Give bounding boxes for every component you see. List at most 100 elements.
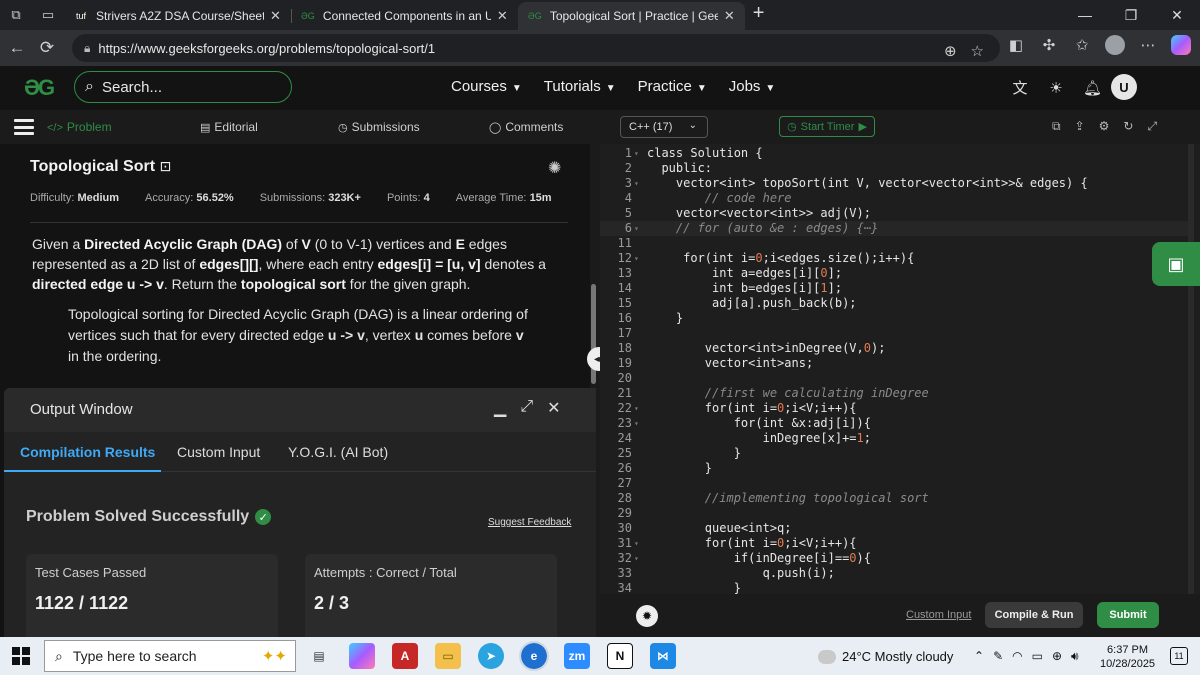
code-line[interactable]: 27	[600, 476, 1194, 491]
wifi-icon[interactable]: ◠	[1012, 649, 1022, 664]
custom-input-link[interactable]: Custom Input	[906, 609, 971, 621]
fold-chevron-icon[interactable]: ▾	[634, 221, 639, 236]
browser-tab-connected-components[interactable]: ƏG Connected Components in an Und ✕	[290, 2, 518, 30]
windows-start-icon[interactable]	[12, 647, 30, 665]
browser-tab-strivers[interactable]: tuf Strivers A2Z DSA Course/Sheet - ( ✕	[64, 2, 291, 30]
code-area[interactable]: 1 ▾ class Solution {2 public: 3 ▾ vector<int…	[600, 144, 1194, 594]
fold-chevron-icon[interactable]: ▾	[634, 551, 639, 566]
zoom-icon[interactable]: zm	[564, 643, 590, 669]
copilot-icon[interactable]	[1171, 35, 1191, 55]
code-line[interactable]: 20	[600, 371, 1194, 386]
report-bug-icon[interactable]: ✺	[548, 158, 561, 178]
code-line[interactable]: 11	[600, 236, 1194, 251]
tab-submissions[interactable]: ◷ Submissions	[338, 120, 420, 134]
split-screen-icon[interactable]: ◧	[1006, 36, 1026, 54]
pen-icon[interactable]: ✎	[993, 649, 1003, 664]
tab-comments[interactable]: ◯ Comments	[489, 120, 563, 134]
weather-widget[interactable]: 24°C Mostly cloudy	[818, 649, 953, 664]
close-icon[interactable]: ✕	[547, 398, 560, 418]
browser-tab-topological-sort[interactable]: ƏG Topological Sort | Practice | Geeks ✕	[517, 2, 745, 30]
tab-editorial[interactable]: ▤ Editorial	[200, 120, 258, 134]
language-select[interactable]: C++ (17) ⌄	[620, 116, 708, 138]
network-globe-icon[interactable]: ⊕	[1052, 649, 1062, 664]
code-line[interactable]: 14 int b=edges[i][1];	[600, 281, 1194, 296]
notification-center-icon[interactable]: 11	[1170, 647, 1188, 665]
user-avatar[interactable]: U	[1111, 74, 1137, 100]
hint-bulb-icon[interactable]: ✹	[636, 605, 658, 627]
nav-tutorials[interactable]: Tutorials ▼	[544, 78, 616, 95]
code-line[interactable]: 5 vector<vector<int>> adj(V);	[600, 206, 1194, 221]
compile-run-button[interactable]: Compile & Run	[985, 602, 1083, 628]
code-line[interactable]: 13 int a=edges[i][0];	[600, 266, 1194, 281]
code-line[interactable]: 28 //implementing topological sort	[600, 491, 1194, 506]
copy-icon[interactable]: ⧉	[1052, 119, 1061, 134]
more-menu-icon[interactable]: ⋯	[1138, 36, 1158, 54]
new-tab-icon[interactable]: +	[753, 2, 765, 25]
close-tab-icon[interactable]: ✕	[270, 8, 281, 24]
theme-sun-icon[interactable]: ☀	[1047, 79, 1065, 97]
favorites-icon[interactable]: ✩	[1072, 36, 1092, 54]
tab-yogi-ai-bot[interactable]: Y.O.G.I. (AI Bot)	[288, 444, 388, 460]
hamburger-menu-icon[interactable]	[14, 119, 34, 135]
code-line[interactable]: 16 }	[600, 311, 1194, 326]
upload-file-icon[interactable]: ⇪	[1075, 119, 1085, 134]
code-line[interactable]: 23 ▾ for(int &x:adj[i]){	[600, 416, 1194, 431]
code-line[interactable]: 29	[600, 506, 1194, 521]
volume-icon[interactable]: 🔊︎	[1071, 649, 1079, 664]
notification-bell-icon[interactable]: 🔔︎	[1083, 79, 1102, 97]
fold-chevron-icon[interactable]: ▾	[634, 146, 639, 161]
nav-courses[interactable]: Courses ▼	[451, 78, 522, 95]
profile-avatar[interactable]	[1105, 35, 1125, 55]
taskbar-search[interactable]: ⌕ Type here to search ✦✦	[44, 640, 296, 672]
chat-floating-button[interactable]: ▣	[1152, 242, 1200, 286]
code-line[interactable]: 17	[600, 326, 1194, 341]
code-line[interactable]: 24 inDegree[x]+=1;	[600, 431, 1194, 446]
code-line[interactable]: 22 ▾ for(int i=0;i<V;i++){	[600, 401, 1194, 416]
gfg-logo[interactable]: ƏG	[24, 75, 55, 101]
bookmark-icon[interactable]: ⊡	[159, 158, 171, 174]
vscode-icon[interactable]: ⋈	[650, 643, 676, 669]
suggest-feedback-link[interactable]: Suggest Feedback	[488, 517, 571, 528]
fold-chevron-icon[interactable]: ▾	[634, 416, 639, 431]
start-timer-button[interactable]: ◷ Start Timer ▶	[779, 116, 875, 137]
code-line[interactable]: 26 }	[600, 461, 1194, 476]
code-line[interactable]: 25 }	[600, 446, 1194, 461]
code-line[interactable]: 32 ▾ if(inDegree[i]==0){	[600, 551, 1194, 566]
code-line[interactable]: 6 ▾ // for (auto &e : edges) {⋯}	[600, 221, 1194, 236]
edge-browser-icon[interactable]: e	[519, 641, 549, 671]
close-tab-icon[interactable]: ✕	[724, 8, 735, 24]
back-icon[interactable]: ←	[2, 38, 32, 58]
minimize-icon[interactable]: ▁	[494, 398, 506, 418]
tray-chevron-up-icon[interactable]: ⌃	[974, 649, 984, 664]
editor-scrollbar[interactable]	[1188, 144, 1194, 594]
code-line[interactable]: 2 public:	[600, 161, 1194, 176]
site-search-input[interactable]: ⌕ Search...	[74, 71, 292, 103]
refresh-icon[interactable]: ⟳	[32, 38, 62, 58]
fold-chevron-icon[interactable]: ▾	[634, 251, 639, 266]
code-line[interactable]: 34 }	[600, 581, 1194, 594]
settings-gear-icon[interactable]: ⚙	[1099, 119, 1110, 134]
translate-icon[interactable]: 文	[1011, 77, 1029, 98]
code-line[interactable]: 3 ▾ vector<int> topoSort(int V, vector<ve…	[600, 176, 1194, 191]
tab-compilation-results[interactable]: Compilation Results	[20, 444, 155, 460]
fold-chevron-icon[interactable]: ▾	[634, 176, 639, 191]
extensions-icon[interactable]: ✣	[1039, 36, 1059, 54]
notion-icon[interactable]: N	[607, 643, 633, 669]
code-line[interactable]: 1 ▾ class Solution {	[600, 146, 1194, 161]
code-line[interactable]: 4 // code here	[600, 191, 1194, 206]
tab-actions-icon[interactable]: ▭	[38, 5, 58, 25]
workspaces-icon[interactable]: ⧉	[6, 5, 26, 25]
close-tab-icon[interactable]: ✕	[497, 8, 508, 24]
acrobat-icon[interactable]: A	[392, 643, 418, 669]
favorite-star-icon[interactable]: ☆	[971, 42, 984, 60]
telegram-icon[interactable]: ➤	[478, 643, 504, 669]
battery-icon[interactable]: ▭	[1032, 649, 1043, 664]
nav-jobs[interactable]: Jobs ▼	[729, 78, 776, 95]
task-view-icon[interactable]: ▤	[306, 643, 332, 669]
fullscreen-icon[interactable]: ⤢	[1147, 119, 1157, 134]
code-line[interactable]: 19 vector<int>ans;	[600, 356, 1194, 371]
panel-scrollbar[interactable]	[590, 144, 598, 444]
tab-custom-input[interactable]: Custom Input	[177, 444, 260, 460]
fold-chevron-icon[interactable]: ▾	[634, 401, 639, 416]
minimize-icon[interactable]: —	[1062, 0, 1108, 30]
